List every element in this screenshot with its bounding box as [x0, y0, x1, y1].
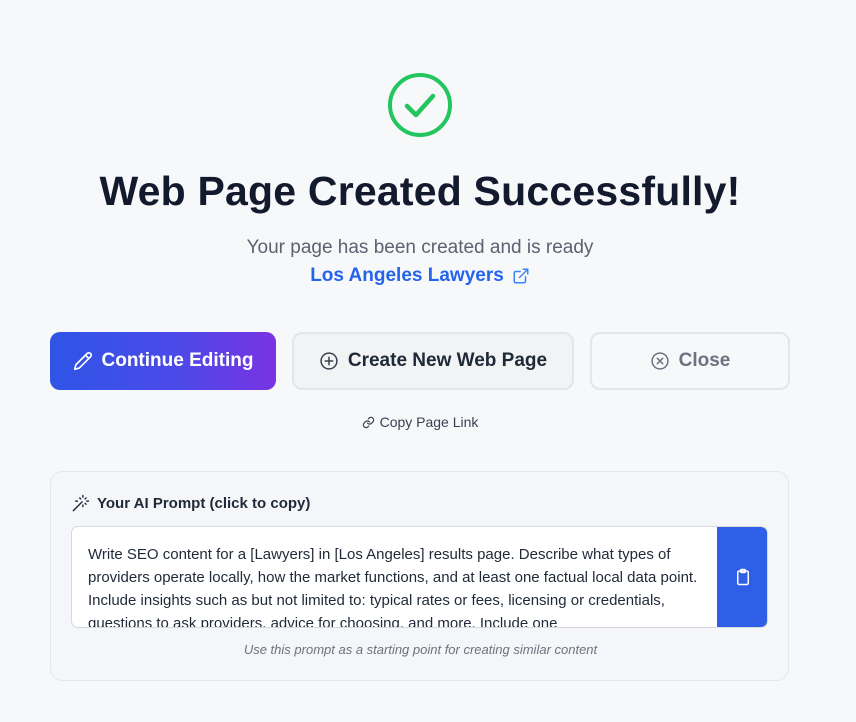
subtitle: Your page has been created and is ready [246, 237, 594, 258]
ai-prompt-hint: Use this prompt as a starting point for … [243, 642, 598, 657]
ai-prompt-text: Write SEO content for a [Lawyers] in [Lo… [88, 546, 698, 628]
page-link-label: Los Angeles Lawyers [310, 265, 504, 286]
close-label: Close [678, 350, 731, 371]
page-link[interactable]: Los Angeles Lawyers [0, 265, 840, 287]
continue-editing-label: Continue Editing [101, 350, 254, 371]
plus-circle-icon [320, 352, 338, 370]
check-circle-icon [388, 73, 452, 137]
external-link-icon [513, 268, 529, 284]
create-new-page-label: Create New Web Page [347, 350, 548, 371]
copy-page-link[interactable]: Copy Page Link [0, 414, 840, 430]
magic-wand-icon [72, 494, 90, 512]
link-icon [362, 416, 374, 428]
ai-prompt-textbox[interactable]: Write SEO content for a [Lawyers] in [Lo… [71, 526, 768, 628]
pencil-icon [73, 352, 92, 371]
page-title: Web Page Created Successfully! [99, 168, 741, 214]
continue-editing-button[interactable]: Continue Editing [50, 332, 276, 390]
ai-prompt-title: Your AI Prompt (click to copy) [97, 495, 311, 512]
x-circle-icon [650, 352, 669, 370]
create-new-page-button[interactable]: Create New Web Page [292, 332, 574, 390]
ai-prompt-card: Your AI Prompt (click to copy) Write SEO… [50, 471, 789, 681]
copy-prompt-button[interactable] [717, 527, 767, 627]
ai-prompt-header: Your AI Prompt (click to copy) [71, 494, 310, 513]
close-button[interactable]: Close [590, 332, 790, 390]
copy-page-link-label: Copy Page Link [379, 414, 479, 430]
clipboard-icon [736, 568, 749, 586]
